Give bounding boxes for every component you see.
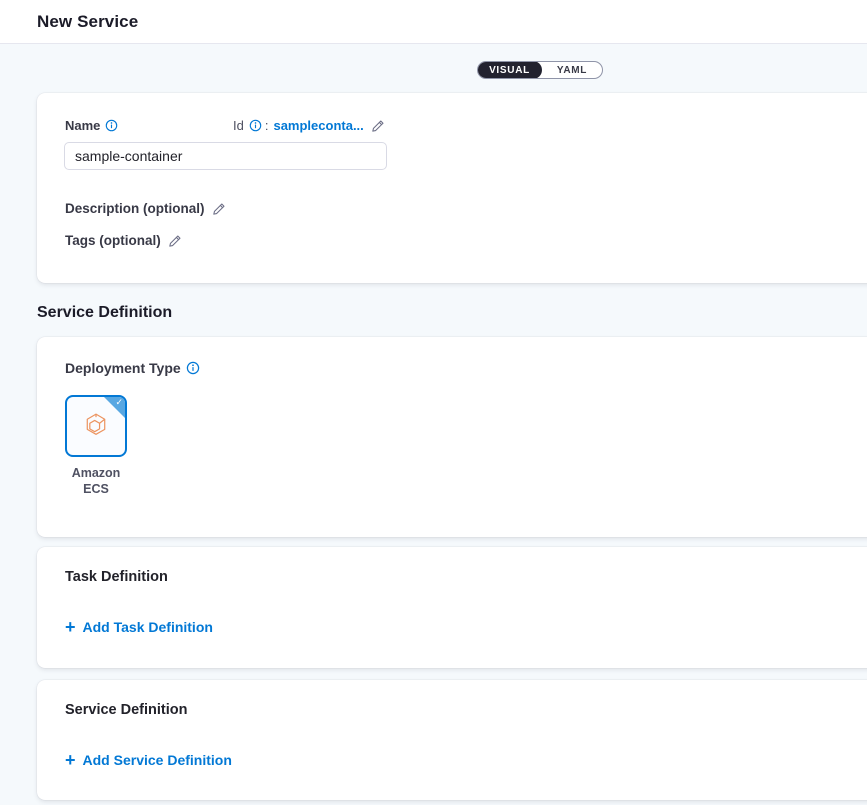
description-label: Description (optional) [65, 201, 205, 216]
deployment-type-label-row: Deployment Type [65, 360, 200, 376]
add-task-definition-label: Add Task Definition [83, 619, 213, 635]
deployment-type-label: Deployment Type [65, 360, 181, 376]
plus-icon: + [65, 753, 76, 767]
toggle-visual[interactable]: VISUAL [477, 61, 542, 79]
add-task-definition-button[interactable]: + Add Task Definition [65, 619, 213, 635]
tags-label: Tags (optional) [65, 233, 161, 248]
add-service-definition-button[interactable]: + Add Service Definition [65, 752, 232, 768]
id-row: Id : sampleconta... [233, 118, 385, 133]
service-definition-card: Service Definition + Add Service Definit… [37, 680, 867, 800]
toggle-yaml[interactable]: YAML [542, 62, 602, 78]
id-info-icon[interactable] [249, 119, 262, 132]
description-row: Description (optional) [65, 201, 226, 216]
deployment-type-info-icon[interactable] [186, 361, 200, 375]
edit-tags-icon[interactable] [168, 234, 182, 248]
service-definition-card-heading: Service Definition [65, 702, 187, 718]
tags-row: Tags (optional) [65, 233, 182, 248]
add-service-definition-label: Add Service Definition [83, 752, 232, 768]
new-service-page: New Service VISUAL YAML Name Id : sample… [0, 0, 867, 805]
visual-yaml-toggle: VISUAL YAML [477, 61, 603, 79]
name-input[interactable] [64, 142, 387, 170]
name-info-icon[interactable] [105, 119, 118, 132]
edit-description-icon[interactable] [212, 202, 226, 216]
name-label-row: Name [65, 118, 118, 133]
id-label: Id [233, 118, 244, 133]
check-icon: ✓ [115, 397, 123, 408]
service-definition-heading: Service Definition [37, 304, 172, 322]
task-definition-heading: Task Definition [65, 569, 168, 585]
edit-id-icon[interactable] [371, 119, 385, 133]
deployment-type-amazon-ecs-tile[interactable]: ✓ [65, 395, 127, 457]
service-overview-card: Name Id : sampleconta... Description (op… [37, 93, 867, 283]
plus-icon: + [65, 620, 76, 634]
page-header: New Service [0, 0, 867, 44]
deployment-type-card: Deployment Type ✓ Amazon ECS [37, 337, 867, 537]
deployment-type-name: Amazon ECS [63, 465, 129, 497]
id-value: sampleconta... [273, 118, 363, 133]
page-title: New Service [37, 12, 138, 32]
task-definition-card: Task Definition + Add Task Definition [37, 547, 867, 668]
name-label: Name [65, 118, 100, 133]
id-separator: : [265, 118, 269, 133]
